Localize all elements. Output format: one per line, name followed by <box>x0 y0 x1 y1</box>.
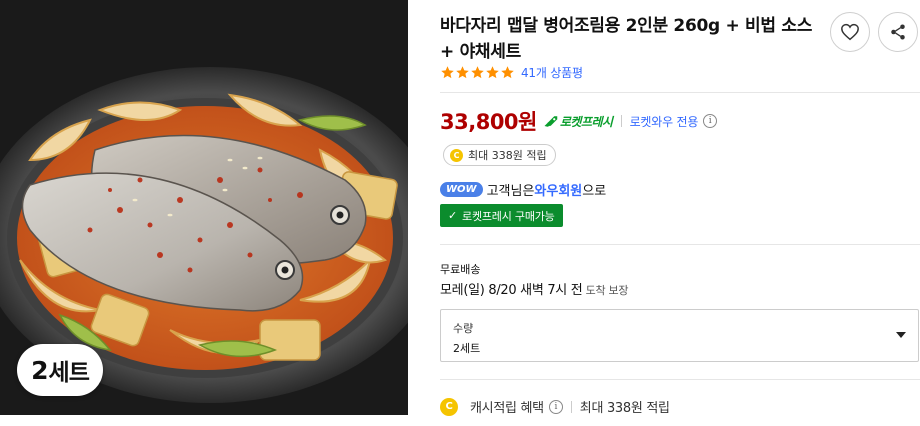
divider <box>440 92 920 93</box>
star-icon <box>501 66 514 79</box>
share-icon <box>891 24 905 40</box>
price-row: 33,800원 로켓프레시 로켓와우 전용 i <box>440 106 718 136</box>
rocket-fresh-available-badge: ✓ 로켓프레시 구매가능 <box>440 204 563 227</box>
delivery-estimate: 모레(일) 8/20 새벽 7시 전 도착 보장 <box>440 279 628 298</box>
check-icon: ✓ <box>448 209 458 222</box>
price: 33,800원 <box>440 110 537 134</box>
delivery-date: 모레(일) 8/20 새벽 7시 전 <box>440 283 583 298</box>
wow-text-before: 고객님은 <box>486 184 535 199</box>
heart-icon <box>841 23 859 41</box>
info-icon[interactable]: i <box>548 399 563 414</box>
quantity-select[interactable]: 수량 2세트 <box>440 309 919 362</box>
star-icon <box>441 66 454 79</box>
coin-icon: C <box>450 148 463 162</box>
cash-reward-title: 캐시적립 혜택 <box>470 401 544 416</box>
quantity-value: 2세트 <box>453 342 481 355</box>
product-image[interactable]: 2 세트 <box>0 0 408 415</box>
share-button[interactable] <box>878 12 918 52</box>
wow-text-after: 으로 <box>582 184 607 199</box>
rocket-fresh-badge: 로켓프레시 <box>543 113 613 130</box>
info-icon[interactable]: i <box>703 114 718 128</box>
wow-only-label: 로켓와우 전용 <box>629 114 699 129</box>
set-count-number: 2 <box>31 355 48 385</box>
star-rating <box>440 65 515 80</box>
wow-badge: WOW <box>440 182 483 197</box>
rating-row[interactable]: 41개 상품평 <box>440 64 583 81</box>
quantity-label: 수량 <box>453 322 474 335</box>
wishlist-button[interactable] <box>830 12 870 52</box>
review-count-link[interactable]: 41개 상품평 <box>521 64 583 81</box>
star-icon <box>456 66 469 79</box>
divider <box>440 244 920 245</box>
divider <box>440 379 920 380</box>
delivery-guarantee: 도착 보장 <box>582 284 629 297</box>
coin-icon: C <box>440 397 458 416</box>
rocket-fresh-available-text: 로켓프레시 구매가능 <box>462 209 555 223</box>
cash-reward-pill-text: 최대 338원 적립 <box>468 149 547 162</box>
shipping-label: 무료배송 <box>440 263 481 276</box>
cash-reward-amount: 최대 338원 적립 <box>579 401 670 416</box>
star-icon <box>486 66 499 79</box>
rocket-fresh-label: 로켓프레시 <box>559 114 613 129</box>
caret-down-icon <box>896 332 906 338</box>
wow-member-line: WOW 고객님은 와우회원 으로 <box>440 180 606 199</box>
star-icon <box>471 66 484 79</box>
set-count-unit: 세트 <box>48 360 90 386</box>
vertical-divider <box>570 400 572 413</box>
vertical-divider <box>620 115 622 127</box>
cash-reward-row: C 캐시적립 혜택 i 최대 338원 적립 <box>440 397 670 416</box>
rocket-icon <box>544 115 558 127</box>
cash-reward-pill: C 최대 338원 적립 <box>443 144 556 166</box>
set-count-badge: 2 세트 <box>17 344 103 396</box>
wow-member-text: 와우회원 <box>534 184 583 199</box>
product-title: 바다자리 맵달 병어조림용 2인분 260g + 비법 소스 + 야채세트 <box>440 16 813 62</box>
